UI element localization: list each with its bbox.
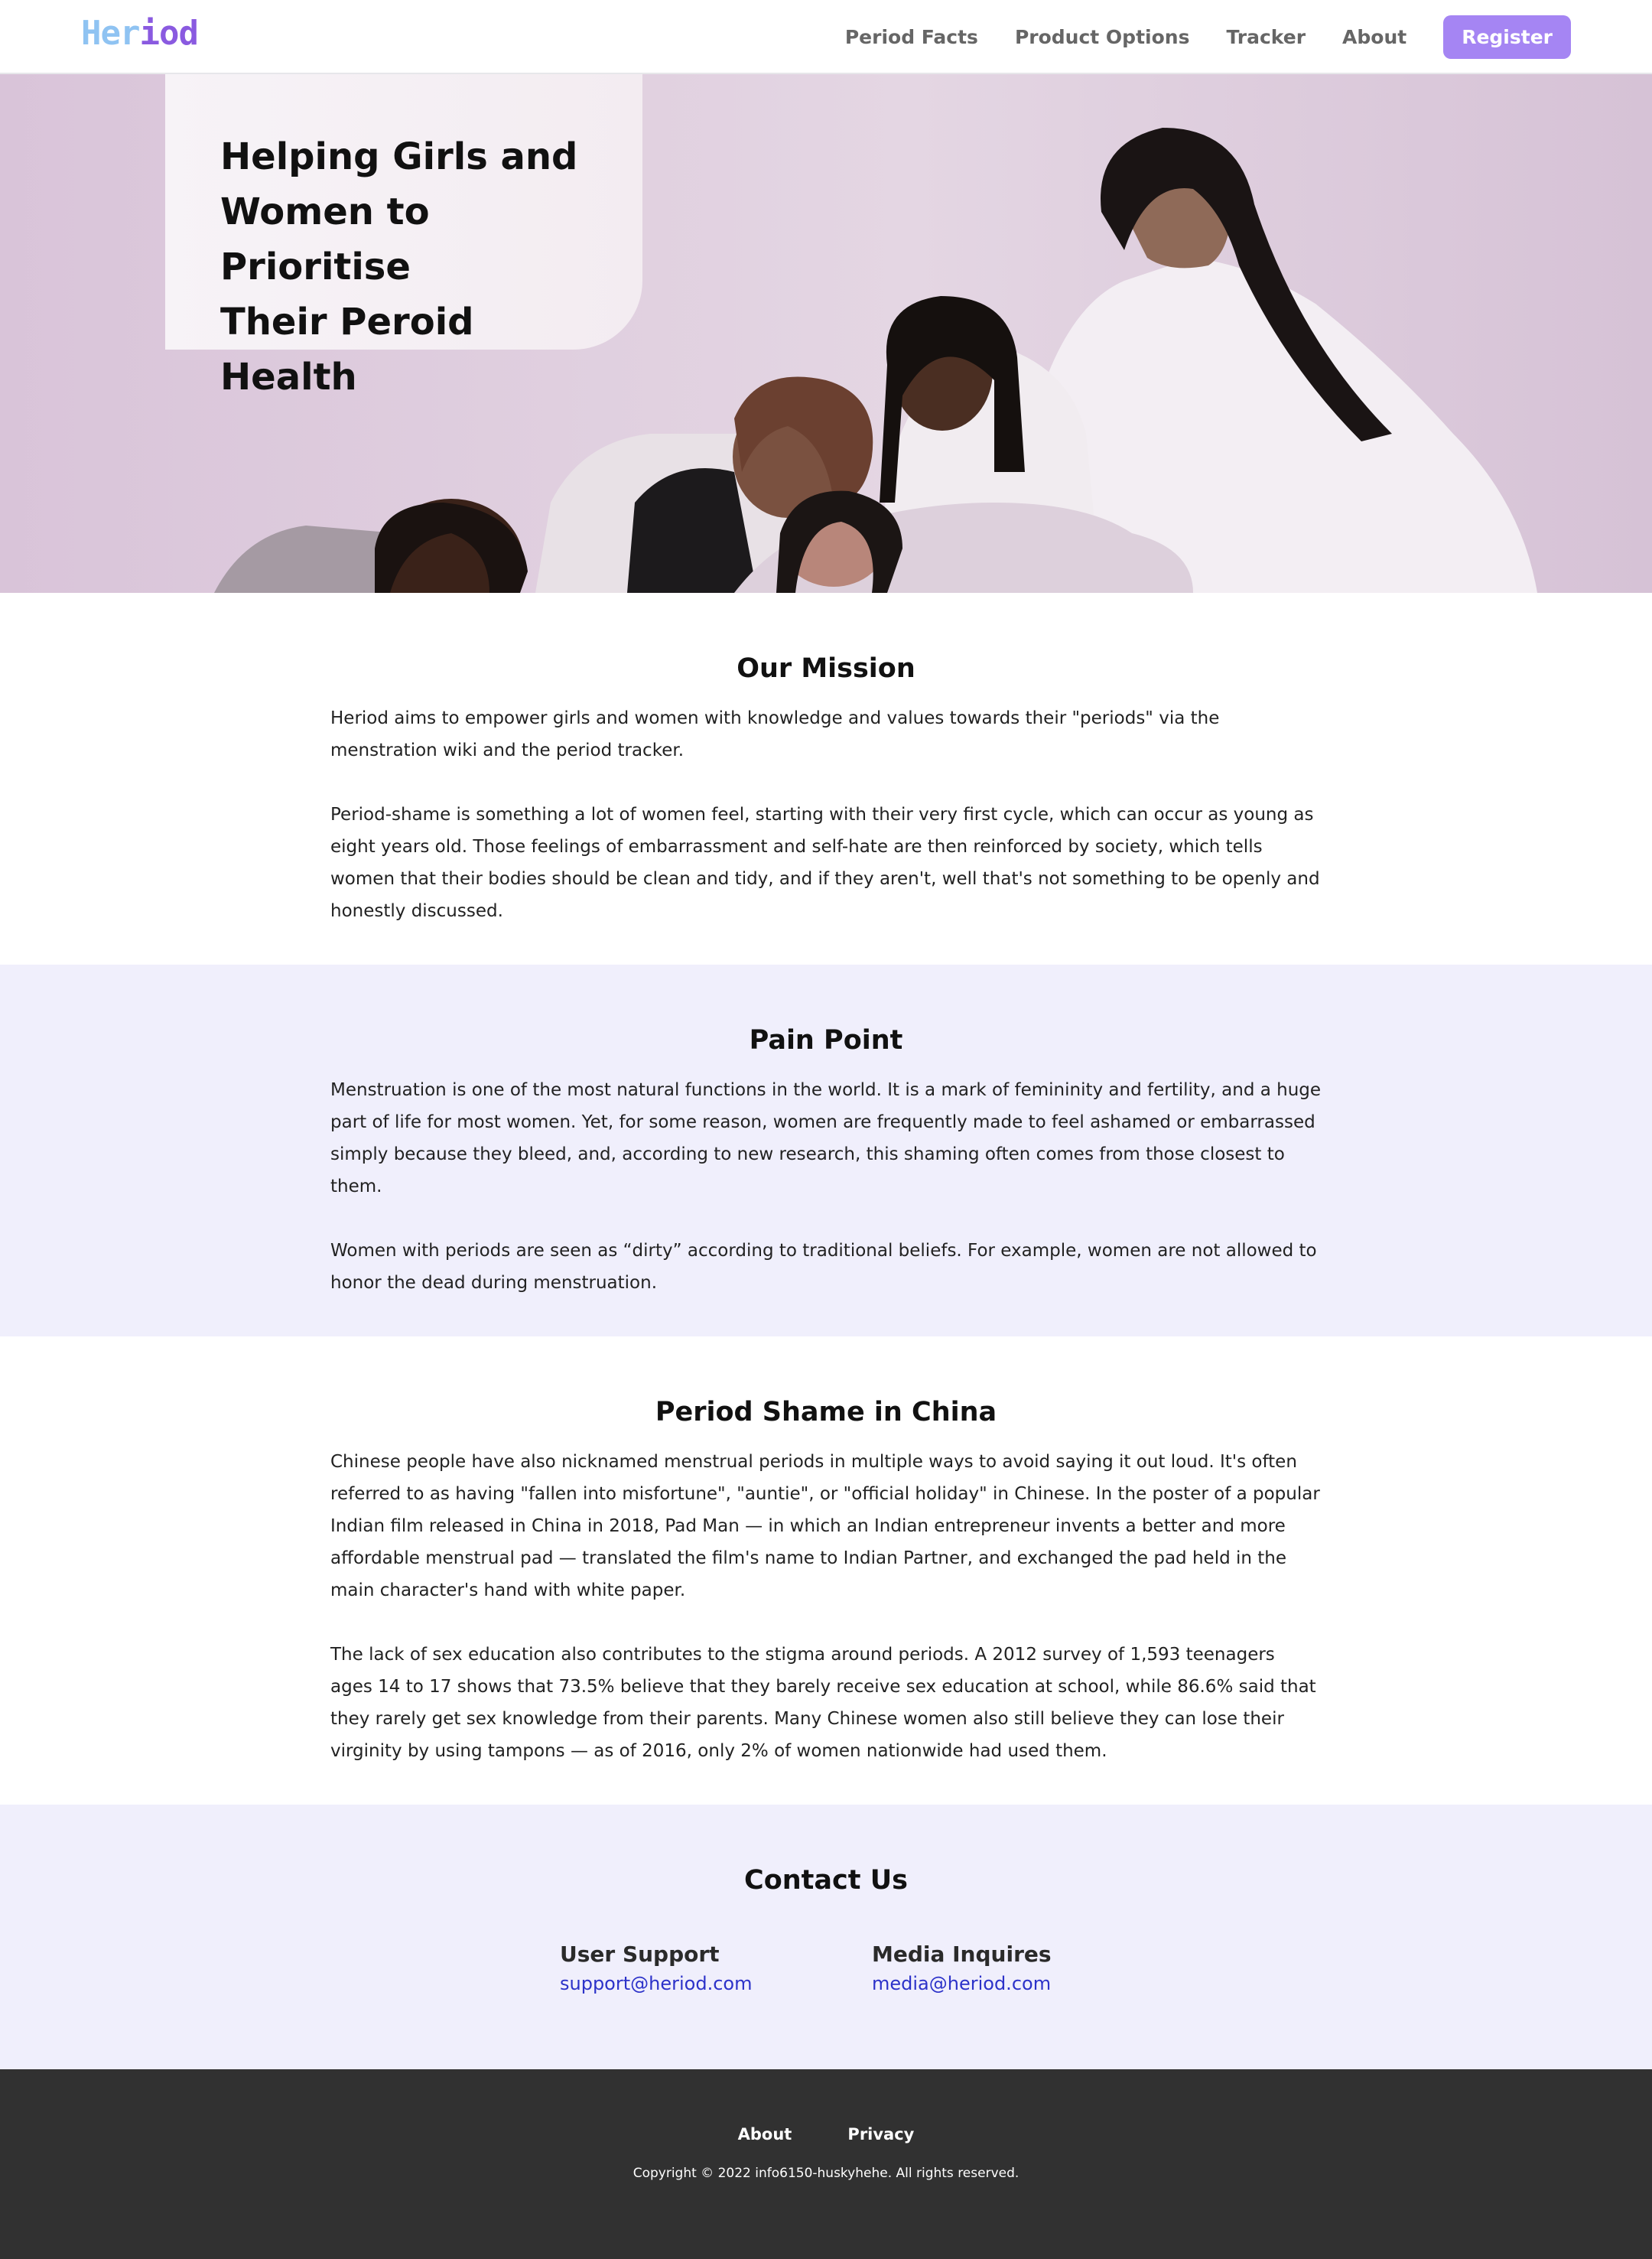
pain-point-section: Pain Point Menstruation is one of the mo… — [0, 965, 1652, 1336]
mission-paragraph-1: Heriod aims to empower girls and women w… — [330, 708, 1220, 760]
contact-media-inquiries: Media Inquires media@heriod.com — [872, 1942, 1052, 1994]
china-title: Period Shame in China — [655, 1397, 997, 1427]
pain-point-content: Pain Point Menstruation is one of the mo… — [330, 1025, 1322, 1299]
page-footer: About Privacy Copyright © 2022 info6150-… — [0, 2069, 1652, 2259]
pain-point-title: Pain Point — [749, 1025, 903, 1056]
nav-link-about[interactable]: About — [1342, 26, 1406, 48]
mission-section: Our Mission Heriod aims to empower girls… — [0, 593, 1652, 965]
hero-title-line-2: Women to Prioritise — [220, 190, 430, 288]
china-content: Period Shame in China Chinese people hav… — [330, 1397, 1322, 1767]
logo-part-her: Her — [81, 14, 140, 53]
contact-title: Contact Us — [744, 1865, 908, 1896]
contact-section: Contact Us User Support support@heriod.c… — [0, 1805, 1652, 2069]
pain-point-paragraph-1: Menstruation is one of the most natural … — [330, 1080, 1322, 1196]
mission-title: Our Mission — [737, 653, 915, 684]
hero-title-line-3: Their Peroid Health — [220, 301, 474, 399]
footer-links: About Privacy — [0, 2125, 1652, 2143]
media-inquiries-heading: Media Inquires — [872, 1942, 1052, 1967]
mission-content: Our Mission Heriod aims to empower girls… — [330, 653, 1322, 927]
pain-point-paragraph-2: Women with periods are seen as “dirty” a… — [330, 1241, 1317, 1293]
register-button[interactable]: Register — [1443, 15, 1571, 59]
media-email-link[interactable]: media@heriod.com — [872, 1973, 1052, 1994]
nav-link-tracker[interactable]: Tracker — [1226, 26, 1306, 48]
contact-user-support: User Support support@heriod.com — [560, 1942, 752, 1994]
china-section: Period Shame in China Chinese people hav… — [0, 1336, 1652, 1805]
nav-links: Period Facts Product Options Tracker Abo… — [845, 0, 1571, 74]
china-paragraph-2: The lack of sex education also contribut… — [330, 1645, 1316, 1761]
top-navbar: Heriod Period Facts Product Options Trac… — [0, 0, 1652, 74]
china-paragraph-1: Chinese people have also nicknamed menst… — [330, 1452, 1320, 1600]
logo-part-iod: iod — [139, 14, 198, 53]
hero-title-line-1: Helping Girls and — [220, 135, 578, 178]
user-support-heading: User Support — [560, 1942, 720, 1967]
nav-link-product-options[interactable]: Product Options — [1015, 26, 1190, 48]
hero-banner: Helping Girls and Women to Prioritise Th… — [0, 74, 1652, 593]
footer-link-privacy[interactable]: Privacy — [847, 2125, 914, 2143]
hero-title: Helping Girls and Women to Prioritise Th… — [220, 129, 618, 405]
heriod-logo[interactable]: Heriod — [81, 14, 199, 53]
copyright-text: Copyright © 2022 info6150-huskyhehe. All… — [633, 2166, 1019, 2181]
hero-title-card: Helping Girls and Women to Prioritise Th… — [165, 74, 642, 399]
nav-link-period-facts[interactable]: Period Facts — [845, 26, 978, 48]
user-support-email-link[interactable]: support@heriod.com — [560, 1973, 752, 1994]
footer-link-about[interactable]: About — [738, 2125, 792, 2143]
mission-paragraph-2: Period-shame is something a lot of women… — [330, 805, 1320, 921]
